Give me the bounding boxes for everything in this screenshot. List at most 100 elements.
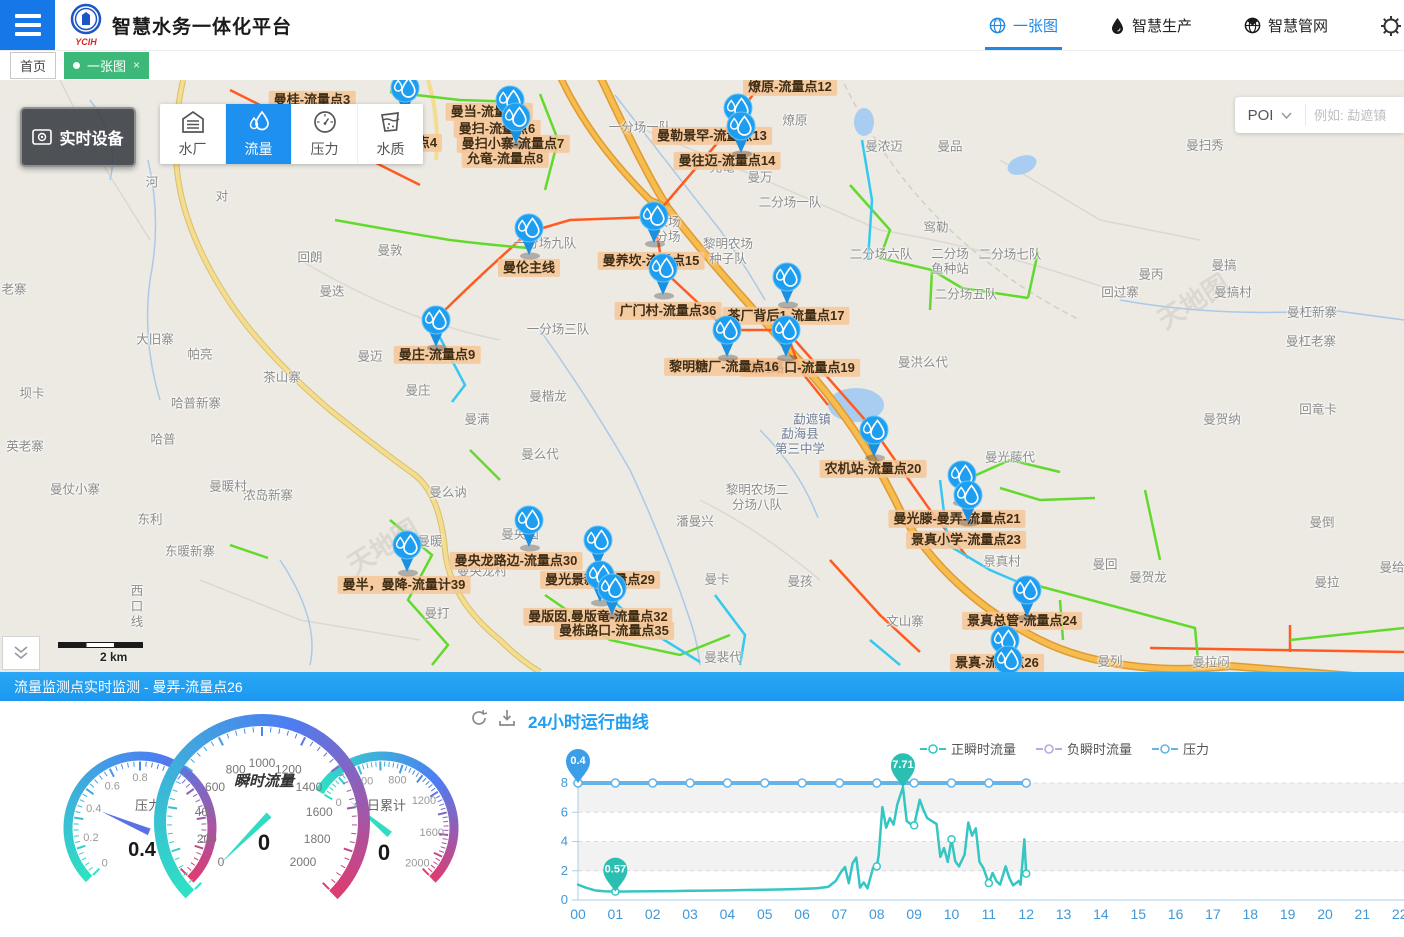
tab-close-icon[interactable]: × [133, 58, 140, 72]
toggle-flow[interactable]: 流量 [226, 104, 292, 164]
app-title: 智慧水务一体化平台 [112, 12, 292, 39]
flow-point-pin[interactable] [594, 573, 630, 621]
flow-icon [246, 109, 272, 135]
flow-point-pin[interactable] [498, 102, 534, 150]
rivers [90, 95, 1404, 665]
x-axis-tick-label: 19 [1280, 906, 1296, 922]
flow-point-pin[interactable] [511, 505, 547, 553]
nav-label: 智慧生产 [1132, 15, 1192, 36]
tab-dot-icon [73, 62, 80, 69]
flow-point-pin[interactable] [645, 253, 681, 301]
flow-point-pin[interactable] [768, 315, 804, 363]
gauge-pressure: 00.20.40.60.81压力0.4 [68, 756, 212, 879]
poi-type-select[interactable]: POI [1235, 104, 1306, 126]
toggle-pressure[interactable]: 压力 [292, 104, 358, 164]
x-axis-tick-label: 20 [1317, 906, 1333, 922]
x-axis-tick-label: 13 [1056, 906, 1072, 922]
realtime-device-button[interactable]: 实时设备 [20, 107, 136, 167]
monitor-panel: 00.20.40.60.81压力0.40400800120016002000今日… [0, 701, 1404, 937]
flow-point-label[interactable]: 曼伦主线 [498, 259, 560, 277]
double-chevron-down-icon [13, 646, 29, 660]
flow-point-pin[interactable] [418, 305, 454, 353]
gauge-tick-label: 0.8 [132, 772, 147, 784]
gauge-tick-label: 0.4 [86, 803, 101, 815]
svg-text:7.71: 7.71 [892, 759, 913, 771]
nav-label: 一张图 [1013, 15, 1058, 36]
download-icon[interactable] [498, 709, 516, 727]
flow-point-label[interactable]: 燎原-流量点12 [743, 80, 837, 96]
x-axis-tick-label: 21 [1355, 906, 1371, 922]
series-point [873, 863, 880, 870]
map-canvas[interactable]: 天地图 天地图 一分场一队二分场一队窎勒二分场六队二分场 鱼种站二分场七队二分场… [0, 80, 1404, 672]
tab-one-map[interactable]: 一张图 × [64, 52, 149, 79]
toggle-label: 压力 [311, 139, 339, 159]
tab-strip: 首页 一张图 × [0, 50, 1404, 80]
flow-point-label[interactable]: 允竜-流量点8 [462, 150, 549, 168]
flow-point-pin[interactable] [950, 480, 986, 528]
nav-item-one-map[interactable]: 一张图 [963, 0, 1084, 50]
header: YCIH 智慧水务一体化平台 一张图 智慧生产 智慧管网 [0, 0, 1404, 51]
flow-point-pin[interactable] [990, 645, 1026, 672]
gauge-instant-flow: 0200400600800100012001400160018002000瞬时流… [160, 720, 364, 895]
x-axis-tick-label: 12 [1018, 906, 1034, 922]
map-scale-bar [58, 642, 143, 648]
flow-point-pin[interactable] [723, 111, 759, 159]
settings-icon[interactable] [1380, 15, 1402, 37]
flow-point-pin[interactable] [511, 213, 547, 261]
svg-text:天地图: 天地图 [1152, 268, 1234, 335]
x-axis-tick-label: 01 [608, 906, 624, 922]
flow-point-pin[interactable] [769, 262, 805, 310]
x-axis-tick-label: 00 [570, 906, 586, 922]
flow-point-pin[interactable] [856, 415, 892, 463]
nav-label: 智慧管网 [1268, 15, 1328, 36]
flow-point-label[interactable]: 曼半，曼降-流量计39 [338, 576, 471, 594]
toggle-label: 流量 [245, 139, 273, 159]
poi-search-input[interactable] [1306, 108, 1404, 123]
flow-point-label[interactable]: 广门村-流量点36 [615, 302, 722, 320]
monitor-title-bar: 流量监测点实时监测 - 曼弄-流量点26 [0, 672, 1404, 701]
series-point [873, 779, 881, 787]
toggle-water-plant[interactable]: 水厂 [160, 104, 226, 164]
chevron-down-icon [1281, 112, 1292, 119]
gauge-tick-label: 1600 [419, 827, 443, 839]
flow-point-label[interactable]: 曼栋路口-流量点35 [554, 622, 674, 640]
poi-search-bar: POI [1235, 97, 1404, 133]
flow-point-label[interactable]: 景真小学-流量点23 [906, 531, 1026, 549]
gauge-tick-label: 1400 [296, 780, 323, 794]
flow-point-label[interactable]: 曼央龙路边-流量点30 [450, 552, 583, 570]
map-scale-text: 2 km [100, 650, 127, 664]
y-axis-tick-label: 4 [561, 834, 568, 849]
flow-point-pin[interactable] [389, 530, 425, 578]
x-axis-tick-label: 14 [1093, 906, 1109, 922]
series-point [1023, 870, 1030, 877]
realtime-device-label: 实时设备 [59, 125, 123, 149]
series-point [948, 836, 955, 843]
chart-markpoint: 0.4 [566, 749, 590, 783]
gauge-tick-label: 2000 [290, 855, 317, 869]
quality-icon [378, 109, 404, 135]
series-point [910, 779, 918, 787]
gauge-tick-label: 0 [218, 855, 225, 869]
nav-item-production[interactable]: 智慧生产 [1084, 0, 1218, 50]
gauge-tick-label: 0.6 [105, 780, 120, 792]
gauge-tick-label: 0 [102, 857, 108, 869]
gauge-tick-label: 800 [388, 774, 406, 786]
x-axis-tick-label: 06 [794, 906, 810, 922]
toggle-water-quality[interactable]: 水质 [358, 104, 423, 164]
series-point [985, 779, 993, 787]
menu-button[interactable] [0, 0, 55, 50]
collapse-panel-button[interactable] [2, 636, 40, 670]
series-point [761, 779, 769, 787]
y-axis-tick-label: 8 [561, 775, 568, 790]
flow-point-pin[interactable] [1009, 575, 1045, 623]
gauge-value: 0.4 [128, 839, 157, 861]
flow-point-pin[interactable] [636, 201, 672, 249]
toggle-label: 水厂 [179, 139, 207, 159]
pressure-icon [312, 109, 338, 135]
tab-home[interactable]: 首页 [10, 52, 56, 79]
flow-point-pin[interactable] [709, 315, 745, 363]
y-axis-tick-label: 2 [561, 863, 568, 878]
top-nav: 一张图 智慧生产 智慧管网 [963, 0, 1354, 50]
refresh-icon[interactable] [470, 709, 488, 727]
nav-item-pipe-network[interactable]: 智慧管网 [1218, 0, 1354, 50]
